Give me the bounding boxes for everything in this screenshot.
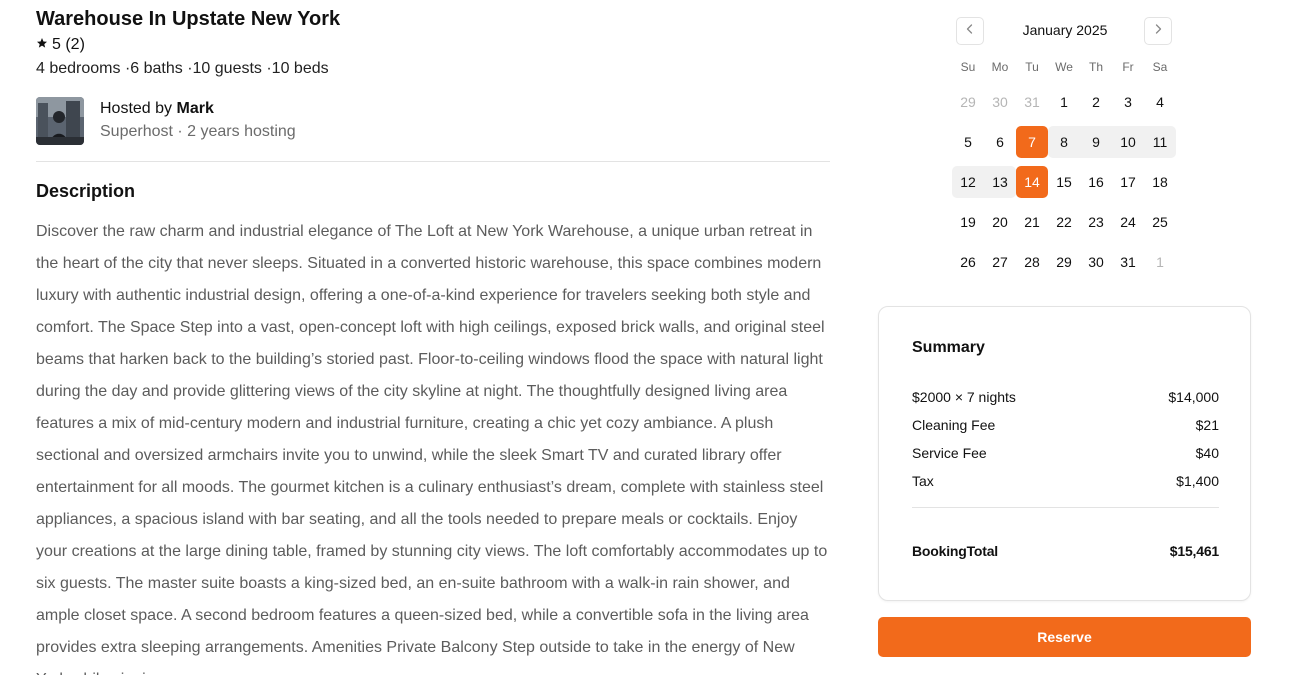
host-name-line: Hosted by Mark: [100, 100, 296, 118]
calendar-grid: 29 30 31 1 2 3 4 5 6 7 8 9 10 11 12 13 14 15 16 17 18 19 20 21 2…: [952, 86, 1176, 286]
weekday-label: Mo: [991, 60, 1009, 74]
calendar-day[interactable]: 17: [1112, 166, 1144, 198]
calendar-day[interactable]: 30: [1080, 246, 1112, 278]
summary-divider: [912, 507, 1219, 508]
calendar-day[interactable]: 21: [1016, 206, 1048, 238]
summary-row-value: $21: [1195, 417, 1219, 433]
calendar-day[interactable]: 4: [1144, 86, 1176, 118]
host-prefix: Hosted by: [100, 100, 177, 117]
calendar-day[interactable]: 11: [1144, 126, 1176, 158]
host-avatar[interactable]: [36, 97, 84, 145]
listing-title: Warehouse In Upstate New York: [36, 8, 341, 30]
calendar-day[interactable]: 20: [984, 206, 1016, 238]
listing-specs: 4 bedrooms ·6 baths ·10 guests ·10 beds: [36, 60, 329, 77]
calendar-day[interactable]: 25: [1144, 206, 1176, 238]
calendar-day[interactable]: 22: [1048, 206, 1080, 238]
summary-row-label: Service Fee: [912, 445, 987, 461]
weekday-label: Fr: [1122, 60, 1134, 74]
calendar-day[interactable]: 9: [1080, 126, 1112, 158]
summary-row-label: Tax: [912, 473, 934, 489]
calendar-week: 26 27 28 29 30 31 1: [952, 246, 1176, 278]
summary-row-value: $40: [1195, 445, 1219, 461]
calendar-day[interactable]: 1: [1144, 246, 1176, 278]
date-picker-calendar: January 2025 Su Mo Tu We Th Fr Sa 29 30 31 1 2 3 4 5 6…: [952, 16, 1178, 270]
weekday-label: Su: [960, 60, 976, 74]
calendar-day[interactable]: 30: [984, 86, 1016, 118]
calendar-day[interactable]: 29: [1048, 246, 1080, 278]
calendar-day[interactable]: 26: [952, 246, 984, 278]
weekday-label: Tu: [1025, 60, 1039, 74]
calendar-day[interactable]: 5: [952, 126, 984, 158]
calendar-week: 12 13 14 15 16 17 18: [952, 166, 1176, 198]
summary-title: Summary: [912, 339, 985, 356]
description-heading: Description: [36, 181, 136, 201]
calendar-week: 29 30 31 1 2 3 4: [952, 86, 1176, 118]
calendar-day[interactable]: 2: [1080, 86, 1112, 118]
summary-row-label: Cleaning Fee: [912, 417, 996, 433]
calendar-day[interactable]: 12: [952, 166, 984, 198]
calendar-day[interactable]: 15: [1048, 166, 1080, 198]
host-info: Hosted by Mark Superhost · 2 years hosti…: [36, 97, 296, 145]
description-text: Discover the raw charm and industrial el…: [36, 223, 828, 675]
calendar-day[interactable]: 18: [1144, 166, 1176, 198]
summary-row: Cleaning Fee $21: [912, 417, 1219, 433]
summary-row: Tax $1,400: [912, 473, 1219, 489]
calendar-day[interactable]: 19: [952, 206, 984, 238]
calendar-day[interactable]: 31: [1016, 86, 1048, 118]
calendar-day[interactable]: 23: [1080, 206, 1112, 238]
calendar-day[interactable]: 16: [1080, 166, 1112, 198]
weekday-header: Su Mo Tu We Th Fr Sa: [952, 60, 1176, 74]
calendar-day-selected[interactable]: 14: [1016, 166, 1048, 198]
calendar-day[interactable]: 27: [984, 246, 1016, 278]
calendar-day[interactable]: 10: [1112, 126, 1144, 158]
calendar-header: January 2025: [952, 16, 1178, 46]
calendar-day[interactable]: 1: [1048, 86, 1080, 118]
calendar-day[interactable]: 31: [1112, 246, 1144, 278]
next-month-button[interactable]: [1144, 17, 1172, 45]
host-name: Mark: [176, 100, 214, 117]
booking-total: BookingTotal $15,461: [912, 543, 1219, 559]
booking-total-label: BookingTotal: [912, 543, 998, 559]
calendar-day[interactable]: 6: [984, 126, 1016, 158]
summary-row: $2000 × 7 nights $14,000: [912, 389, 1219, 405]
summary-row-value: $1,400: [1176, 473, 1219, 489]
calendar-day-selected[interactable]: 7: [1016, 126, 1048, 158]
weekday-label: Sa: [1152, 60, 1168, 74]
divider: [36, 161, 830, 162]
weekday-label: We: [1055, 60, 1073, 74]
booking-total-value: $15,461: [1169, 543, 1219, 559]
summary-row-value: $14,000: [1168, 389, 1219, 405]
calendar-day[interactable]: 29: [952, 86, 984, 118]
weekday-label: Th: [1088, 60, 1103, 74]
booking-summary: Summary $2000 × 7 nights $14,000 Cleanin…: [878, 306, 1251, 601]
rating-value: 5 (2): [52, 36, 85, 53]
calendar-day[interactable]: 8: [1048, 126, 1080, 158]
rating: 5 (2): [36, 36, 85, 54]
summary-row-label: $2000 × 7 nights: [912, 389, 1016, 405]
reserve-button[interactable]: Reserve: [878, 617, 1251, 657]
summary-row: Service Fee $40: [912, 445, 1219, 461]
calendar-day[interactable]: 13: [984, 166, 1016, 198]
calendar-week: 5 6 7 8 9 10 11: [952, 126, 1176, 158]
star-icon: [36, 36, 48, 54]
chevron-right-icon: [1152, 22, 1164, 40]
host-meta: Superhost · 2 years hosting: [100, 123, 296, 140]
calendar-week: 19 20 21 22 23 24 25: [952, 206, 1176, 238]
calendar-day[interactable]: 28: [1016, 246, 1048, 278]
calendar-day[interactable]: 24: [1112, 206, 1144, 238]
calendar-day[interactable]: 3: [1112, 86, 1144, 118]
